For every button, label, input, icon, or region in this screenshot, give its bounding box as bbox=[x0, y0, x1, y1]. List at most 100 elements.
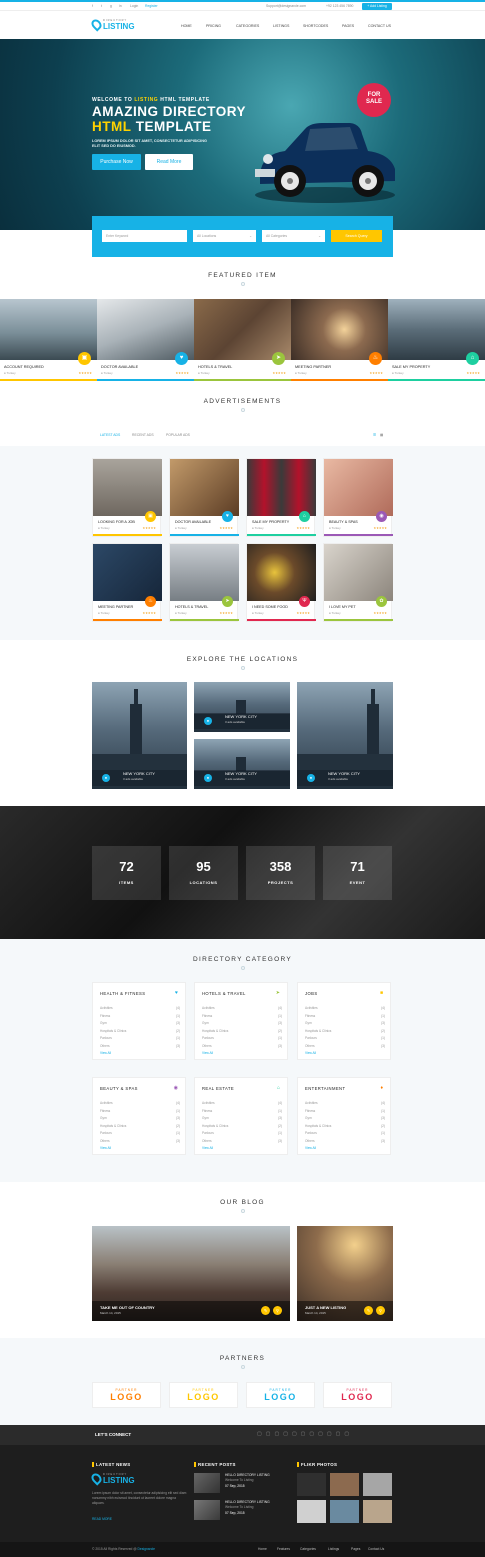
flickr-icon[interactable]: ▢ bbox=[344, 1431, 353, 1437]
category-title[interactable]: HEALTH & FITNESS bbox=[100, 991, 145, 996]
category-row[interactable]: Others (3) bbox=[305, 1044, 385, 1048]
category-row[interactable]: Fitness (1) bbox=[305, 1109, 385, 1113]
facebook-icon[interactable]: ▢ bbox=[257, 1431, 266, 1437]
nav-item-categories[interactable]: CATEGORIES bbox=[236, 24, 259, 28]
category-row[interactable]: Hospitals & Clinics (2) bbox=[100, 1029, 180, 1033]
category-row[interactable]: Gym (3) bbox=[100, 1021, 180, 1025]
footer-link-features[interactable]: Features bbox=[277, 1547, 290, 1551]
flickr-photo[interactable] bbox=[297, 1473, 326, 1496]
category-row[interactable]: Hospitals & Clinics (2) bbox=[305, 1029, 385, 1033]
add-listing-button[interactable]: + Add Listing bbox=[362, 3, 392, 10]
ad-card[interactable]: ◉ BEAUTY & SPAS ● Turkey ★★★★★ bbox=[323, 458, 393, 537]
category-title[interactable]: HOTELS & TRAVEL bbox=[202, 991, 246, 996]
category-title[interactable]: REAL ESTATE bbox=[202, 1086, 234, 1091]
category-row[interactable]: Others (3) bbox=[305, 1139, 385, 1143]
read-more-button[interactable]: Read More bbox=[145, 154, 193, 170]
flickr-photo[interactable] bbox=[330, 1500, 359, 1523]
nav-item-home[interactable]: HOME bbox=[181, 24, 192, 28]
rss-icon[interactable]: ▢ bbox=[327, 1431, 336, 1437]
ad-card[interactable]: ⌂ SALE MY PROPERTY ● Turkey ★★★★★ bbox=[246, 458, 316, 537]
location-tile[interactable]: ● NEW YORK CITY 3 ads available bbox=[194, 739, 290, 789]
footer-link-pages[interactable]: Pages bbox=[351, 1547, 360, 1551]
login-link[interactable]: Login bbox=[130, 4, 138, 8]
ad-card[interactable]: ♨ MEETING PARTNER ● Turkey ★★★★★ bbox=[92, 543, 162, 622]
googleplus-icon[interactable]: ▢ bbox=[274, 1431, 283, 1437]
flickr-photo[interactable] bbox=[297, 1500, 326, 1523]
partner-logo[interactable]: PARTNER LOGO bbox=[246, 1382, 315, 1408]
nav-item-listings[interactable]: LISTINGS bbox=[273, 24, 289, 28]
category-row[interactable]: Others (3) bbox=[100, 1044, 180, 1048]
category-row[interactable]: Fitness (1) bbox=[100, 1109, 180, 1113]
nav-item-pricing[interactable]: PRICING bbox=[206, 24, 221, 28]
featured-card[interactable]: ➤ HOTELS & TRAVEL ● Turkey ★★★★★ bbox=[194, 299, 291, 381]
register-link[interactable]: Register bbox=[145, 4, 158, 8]
ad-card[interactable]: Ψ I NEED SOME FOOD ● Turkey ★★★★★ bbox=[246, 543, 316, 622]
category-row[interactable]: Hospitals & Clinics (2) bbox=[202, 1124, 282, 1128]
category-row[interactable]: Activities (4) bbox=[100, 1006, 180, 1010]
view-all-link[interactable]: View All bbox=[100, 1051, 111, 1055]
category-row[interactable]: Others (3) bbox=[202, 1044, 282, 1048]
featured-card[interactable]: ▣ ACCOUNT REQUIRED ● Turkey ★★★★★ bbox=[0, 299, 97, 381]
category-row[interactable]: Gym (3) bbox=[305, 1116, 385, 1120]
category-row[interactable]: Activities (4) bbox=[305, 1101, 385, 1105]
category-row[interactable]: Gym (3) bbox=[202, 1021, 282, 1025]
category-row[interactable]: Fitness (1) bbox=[202, 1014, 282, 1018]
category-row[interactable]: Parlours (1) bbox=[100, 1036, 180, 1040]
blog-post[interactable]: TAKE ME OUT OF COUNTRY March 14, 2015 ✎ … bbox=[92, 1226, 290, 1321]
category-row[interactable]: Activities (4) bbox=[202, 1006, 282, 1010]
category-title[interactable]: BEAUTY & SPAS bbox=[100, 1086, 138, 1091]
category-row[interactable]: Parlours (1) bbox=[305, 1131, 385, 1135]
tab-latest[interactable]: LATEST ADS bbox=[100, 433, 120, 437]
linkedin-icon[interactable]: in bbox=[119, 4, 122, 8]
category-row[interactable]: Others (3) bbox=[202, 1139, 282, 1143]
category-row[interactable]: Gym (3) bbox=[305, 1021, 385, 1025]
category-row[interactable]: Gym (3) bbox=[202, 1116, 282, 1120]
ad-card[interactable]: ✿ I LOVE MY PET ● Turkey ★★★★★ bbox=[323, 543, 393, 622]
category-row[interactable]: Parlours (1) bbox=[100, 1131, 180, 1135]
view-all-link[interactable]: View All bbox=[305, 1146, 316, 1150]
keyword-input[interactable]: Enter Keyword bbox=[102, 230, 187, 242]
partner-logo[interactable]: PARTNER LOGO bbox=[169, 1382, 238, 1408]
category-row[interactable]: Activities (4) bbox=[305, 1006, 385, 1010]
footer-link-contact[interactable]: Contact Us bbox=[368, 1547, 384, 1551]
view-all-link[interactable]: View All bbox=[202, 1051, 213, 1055]
instagram-icon[interactable]: ▢ bbox=[292, 1431, 301, 1437]
recent-post[interactable]: HELLO DIRECTORY LISTING Welcome To Listi… bbox=[194, 1500, 290, 1522]
category-row[interactable]: Activities (4) bbox=[100, 1101, 180, 1105]
location-tile[interactable]: ● NEW YORK CITY 3 ads available bbox=[92, 682, 187, 789]
link-icon[interactable]: ⚲ bbox=[273, 1306, 282, 1315]
comment-icon[interactable]: ✎ bbox=[261, 1306, 270, 1315]
list-view-icon[interactable]: ☰ bbox=[373, 433, 376, 437]
blog-post[interactable]: JUST A NEW LISTING March 14, 2015 ✎ ⚲ bbox=[297, 1226, 393, 1321]
view-all-link[interactable]: View All bbox=[202, 1146, 213, 1150]
category-select[interactable]: All Categories ⌄ bbox=[262, 230, 325, 242]
partner-logo[interactable]: PARTNER LOGO bbox=[92, 1382, 161, 1408]
ad-card[interactable]: ➤ HOTELS & TRAVEL ● Turkey ★★★★★ bbox=[169, 543, 239, 622]
category-row[interactable]: Fitness (1) bbox=[202, 1109, 282, 1113]
link-icon[interactable]: ⚲ bbox=[376, 1306, 385, 1315]
twitter-icon[interactable]: t bbox=[101, 4, 102, 8]
ad-card[interactable]: ♥ DOCTOR AVAILABLE ● Turkey ★★★★★ bbox=[169, 458, 239, 537]
recent-post[interactable]: HELLO DIRECTORY LISTING Welcome To Listi… bbox=[194, 1473, 290, 1495]
linkedin-icon[interactable]: ▢ bbox=[283, 1431, 292, 1437]
category-row[interactable]: Activities (4) bbox=[202, 1101, 282, 1105]
tab-popular[interactable]: POPULAR ADS bbox=[166, 433, 190, 437]
flickr-photo[interactable] bbox=[363, 1473, 392, 1496]
search-button[interactable]: Search Query bbox=[331, 230, 382, 242]
footer-logo[interactable]: DIRECTORY LISTING bbox=[89, 1471, 137, 1488]
category-row[interactable]: Parlours (1) bbox=[202, 1036, 282, 1040]
category-row[interactable]: Parlours (1) bbox=[202, 1131, 282, 1135]
purchase-button[interactable]: Purchase Now bbox=[92, 154, 141, 170]
category-row[interactable]: Fitness (1) bbox=[305, 1014, 385, 1018]
read-more-link[interactable]: READ MORE bbox=[92, 1517, 112, 1522]
featured-card[interactable]: ⌂ SALE MY PROPERTY ● Turkey ★★★★★ bbox=[388, 299, 485, 381]
category-row[interactable]: Parlours (1) bbox=[305, 1036, 385, 1040]
comment-icon[interactable]: ✎ bbox=[364, 1306, 373, 1315]
googleplus-icon[interactable]: g bbox=[110, 4, 112, 8]
category-row[interactable]: Fitness (1) bbox=[100, 1014, 180, 1018]
category-row[interactable]: Hospitals & Clinics (2) bbox=[100, 1124, 180, 1128]
vimeo-icon[interactable]: ▢ bbox=[318, 1431, 327, 1437]
featured-card[interactable]: ♨ MEETING PARTNER ● Turkey ★★★★★ bbox=[291, 299, 388, 381]
location-tile[interactable]: ● NEW YORK CITY 3 ads available bbox=[194, 682, 290, 732]
category-row[interactable]: Others (3) bbox=[100, 1139, 180, 1143]
